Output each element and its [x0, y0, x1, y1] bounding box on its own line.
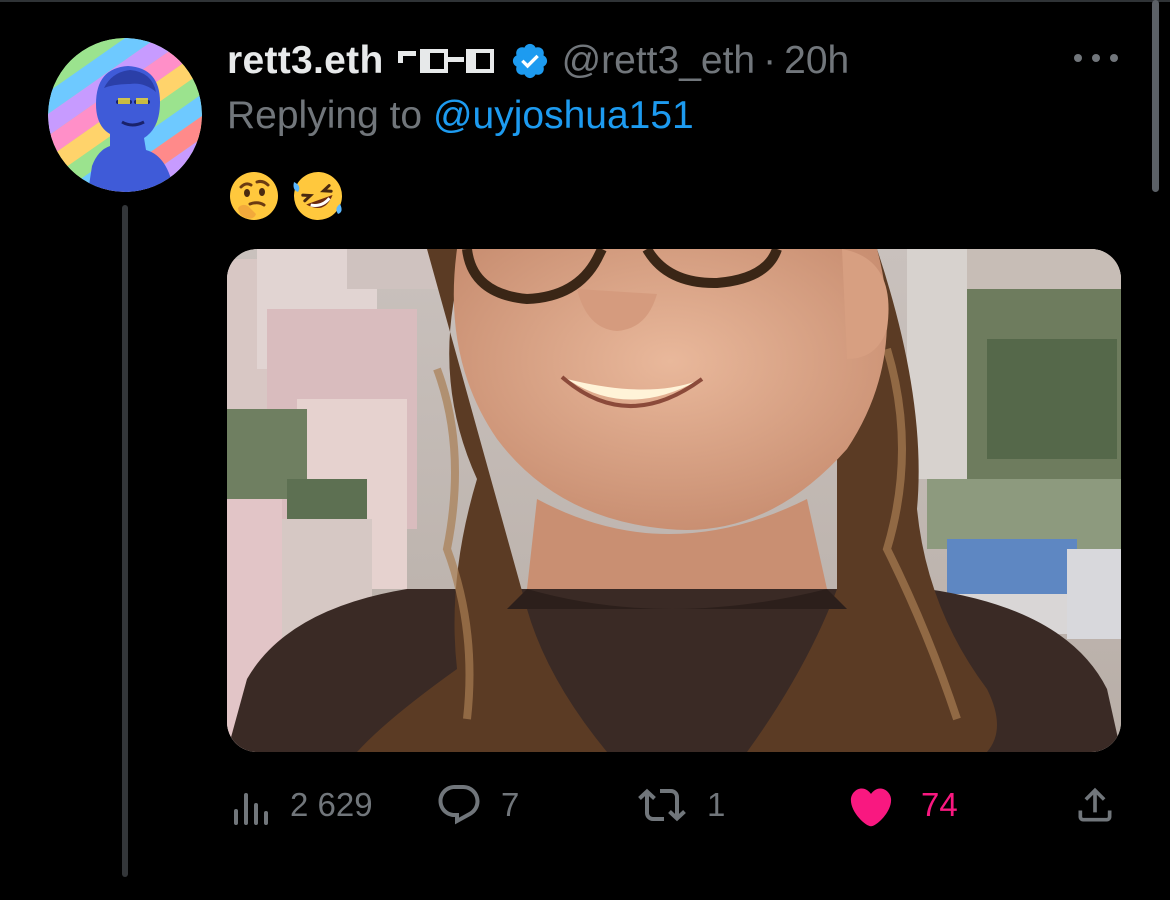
mention-link[interactable]: @uyjoshua151 [433, 94, 694, 137]
tweet-media[interactable] [227, 249, 1121, 752]
share-icon [1078, 787, 1112, 822]
top-divider [0, 0, 1170, 2]
timestamp[interactable]: 20h [784, 39, 849, 83]
retweet-button[interactable]: 1 [635, 775, 725, 835]
like-button[interactable]: 74 [847, 775, 958, 835]
user-handle[interactable]: @rett3_eth [562, 39, 756, 83]
views-icon [234, 793, 268, 825]
verified-badge-icon [510, 41, 550, 81]
reply-button[interactable]: 7 [435, 775, 519, 835]
heart-icon [850, 788, 892, 827]
avatar[interactable] [48, 38, 202, 192]
retweet-count: 1 [707, 786, 726, 823]
share-button[interactable] [1073, 775, 1117, 835]
tweet-photo [227, 249, 1121, 752]
more-icon[interactable] [1074, 46, 1118, 70]
like-count: 74 [921, 786, 958, 823]
avatar-image [48, 38, 202, 192]
tweet-text [228, 168, 356, 224]
tweet-header: rett3.eth @rett3_eth · 20h [227, 36, 849, 86]
scrollbar[interactable] [1152, 0, 1159, 192]
display-name[interactable]: rett3.eth [227, 39, 384, 83]
views-count: 2 629 [290, 786, 373, 823]
rolling-laughing-icon [293, 172, 342, 220]
reply-count: 7 [501, 786, 520, 823]
tweet-actions: 2 629 7 1 74 [227, 775, 1121, 835]
reply-icon [438, 785, 480, 825]
retweet-icon [638, 788, 686, 822]
glasses-icon [397, 47, 498, 75]
replying-to: Replying to @uyjoshua151 [227, 94, 694, 144]
replying-prefix: Replying to [227, 94, 433, 137]
thinking-face-icon [230, 172, 278, 220]
separator-dot: · [763, 39, 777, 82]
views-button[interactable]: 2 629 [232, 775, 373, 835]
thread-line [122, 205, 128, 877]
